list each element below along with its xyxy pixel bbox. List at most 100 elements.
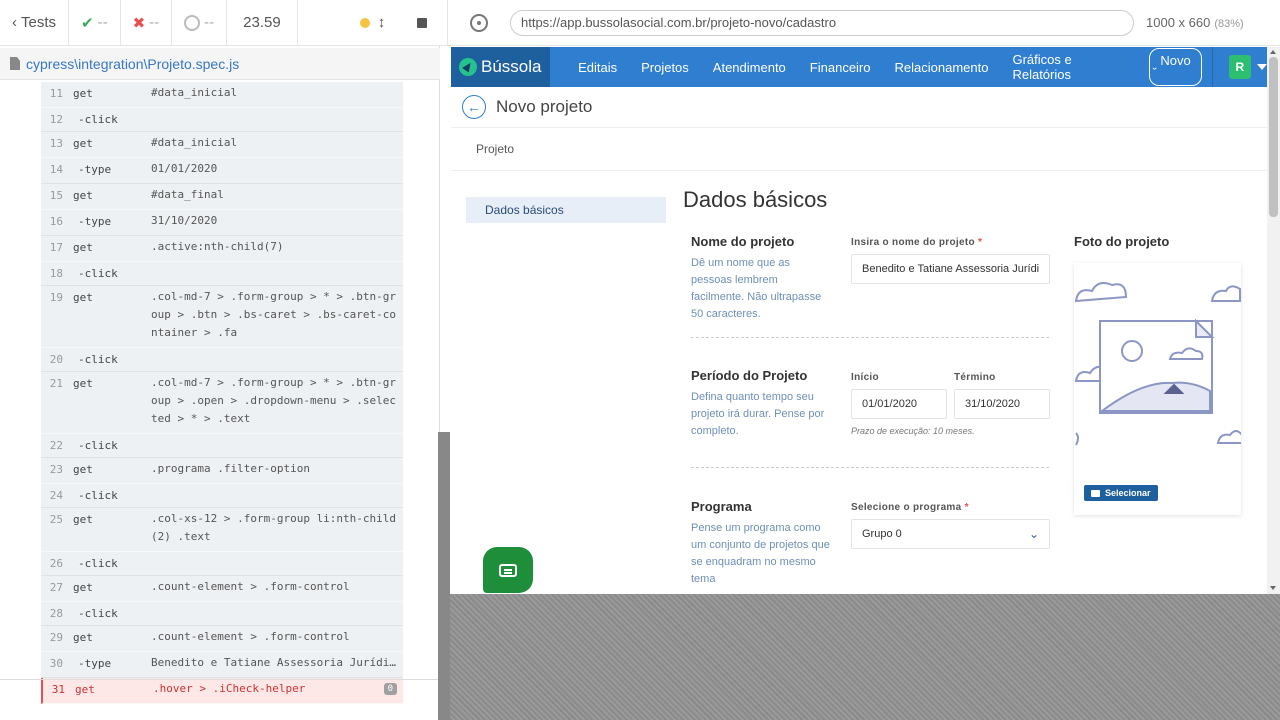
chat-widget-button[interactable] <box>483 547 533 593</box>
scrollbar-thumb[interactable] <box>1269 57 1278 217</box>
sidebar-item-dados-basicos[interactable]: Dados básicos <box>466 197 666 223</box>
command-number: 22 <box>49 439 63 452</box>
nav-separator <box>1211 47 1213 87</box>
brand-name: Bússola <box>481 57 542 76</box>
command-name: -click <box>78 557 118 570</box>
chat-icon <box>499 563 517 577</box>
command-number: 14 <box>49 163 63 176</box>
stop-button[interactable] <box>397 0 449 46</box>
command-row[interactable]: 16 -type 31/10/2020 <box>41 210 403 236</box>
command-row[interactable]: 21 get .col-md-7 > .form-group > * > .btn-… <box>41 372 403 434</box>
command-row[interactable]: 19 get .col-md-7 > .form-group > * > .btn-… <box>41 286 403 348</box>
command-row[interactable]: 13 get #data_inicial <box>41 132 403 158</box>
command-name: get <box>73 581 93 594</box>
app-scrollbar[interactable] <box>1267 47 1280 594</box>
command-message: .hover > .iCheck-helper <box>153 682 306 695</box>
selector-playground-icon[interactable] <box>470 13 488 32</box>
command-name: -click <box>78 607 118 620</box>
programa-selected-value: Grupo 0 <box>862 528 902 540</box>
back-arrow-icon[interactable]: ← <box>462 95 486 119</box>
spec-path-text: cypress\integration\Projeto.spec.js <box>26 55 240 72</box>
passed-value: -- <box>97 14 108 31</box>
command-name: get <box>73 291 93 304</box>
command-message: .col-md-7 > .form-group > * > .btn-group… <box>151 290 397 339</box>
brand-logo[interactable]: Bússola <box>451 47 551 87</box>
folder-icon <box>1091 489 1100 497</box>
command-name: get <box>75 683 95 696</box>
execution-period-hint: Prazo de execução: 10 meses. <box>851 426 975 436</box>
nome-help: Dê um nome que as pessoas lembrem facilm… <box>691 257 822 320</box>
required-mark: * <box>964 502 969 513</box>
command-number: 26 <box>49 557 63 570</box>
start-date-input[interactable]: 01/01/2020 <box>851 389 947 419</box>
command-message: .count-element > .form-control <box>151 630 350 643</box>
termino-label: Término <box>954 372 996 383</box>
cross-icon: ✖ <box>132 14 146 32</box>
command-row[interactable]: 30 -type Benedito e Tatiane Assessoria Jur… <box>41 652 403 678</box>
command-row[interactable]: 29 get .count-element > .form-control <box>41 626 403 652</box>
nav-graficos-relatorios[interactable]: Gráficos e Relatórios <box>1000 52 1137 82</box>
url-bar[interactable]: https://app.bussolasocial.com.br/projeto… <box>510 9 1134 36</box>
select-photo-button[interactable]: Selecionar <box>1084 485 1158 501</box>
tests-button[interactable]: ‹ Tests <box>0 0 70 46</box>
nav-financeiro[interactable]: Financeiro <box>798 60 883 75</box>
command-row[interactable]: 15 get #data_final <box>41 184 403 210</box>
status-controls: ↕ <box>298 0 398 46</box>
command-message: Benedito e Tatiane Assessoria Jurídi… <box>151 656 397 669</box>
scroll-toggle-icon[interactable]: ↕ <box>378 14 386 31</box>
command-number: 19 <box>49 291 63 304</box>
command-name: -click <box>78 113 118 126</box>
new-button[interactable]: Novo ˇ <box>1149 48 1202 86</box>
command-number: 20 <box>49 353 63 366</box>
command-row[interactable]: 28 -click <box>41 602 403 626</box>
command-row[interactable]: 17 get .active:nth-child(7) <box>41 236 403 262</box>
nav-editais[interactable]: Editais <box>566 60 629 75</box>
runner-scrollbar[interactable] <box>438 432 450 720</box>
command-row[interactable]: 20 -click <box>41 348 403 372</box>
command-name: -click <box>78 439 118 452</box>
programa-select[interactable]: Grupo 0 ⌄ <box>851 519 1050 549</box>
running-indicator-icon <box>359 17 370 28</box>
project-name-input[interactable]: Benedito e Tatiane Assessoria Jurídi <box>851 254 1050 284</box>
runner-divider <box>0 679 440 680</box>
end-date-input[interactable]: 31/10/2020 <box>954 389 1050 419</box>
command-message: .col-xs-12 > .form-group li:nth-child(2)… <box>151 512 397 543</box>
scroll-up-icon[interactable] <box>1270 50 1276 54</box>
breadcrumb-item[interactable]: Projeto <box>476 142 514 156</box>
command-row[interactable]: 12 -click <box>41 108 403 132</box>
command-name: get <box>73 87 93 100</box>
user-avatar[interactable]: R <box>1228 55 1251 79</box>
command-row[interactable]: 26 -click <box>41 552 403 576</box>
scroll-down-icon[interactable] <box>1270 586 1276 590</box>
app-under-test: Bússola Editais Projetos Atendimento Fin… <box>451 47 1267 594</box>
command-number: 11 <box>49 87 63 100</box>
user-menu-caret-icon[interactable] <box>1257 64 1267 70</box>
command-number: 13 <box>49 137 63 150</box>
command-name: -click <box>78 489 118 502</box>
nav-projetos[interactable]: Projetos <box>629 60 701 75</box>
command-row[interactable]: 24 -click <box>41 484 403 508</box>
new-button-label: Novo <box>1160 53 1191 68</box>
command-row[interactable]: 23 get .programa .filter-option <box>41 458 403 484</box>
command-row[interactable]: 18 -click <box>41 262 403 286</box>
command-name: get <box>73 189 93 202</box>
nav-atendimento[interactable]: Atendimento <box>701 60 798 75</box>
command-row[interactable]: 14 -type 01/01/2020 <box>41 158 403 184</box>
nav-relacionamento[interactable]: Relacionamento <box>883 60 1001 75</box>
command-row[interactable]: 22 -click <box>41 434 403 458</box>
command-name: get <box>73 513 93 526</box>
required-mark: * <box>977 237 983 248</box>
command-row[interactable]: 11 get #data_inicial <box>41 82 403 108</box>
failed-command-row[interactable]: 31 get .hover > .iCheck-helper 0 <box>41 678 403 704</box>
command-name: get <box>73 463 93 476</box>
command-row[interactable]: 27 get .count-element > .form-control <box>41 576 403 602</box>
command-row[interactable]: 25 get .col-xs-12 > .form-group li:nth-chi… <box>41 508 403 552</box>
passed-count: ✔ -- <box>69 0 121 46</box>
pending-circle-icon <box>184 14 201 31</box>
command-number: 29 <box>49 631 63 644</box>
viewport-info[interactable]: 1000 x 660 (83%) <box>1146 15 1244 30</box>
photo-upload-card[interactable]: Selecionar <box>1074 263 1243 515</box>
nome-label: Nome do projeto <box>691 234 795 249</box>
command-message: #data_inicial <box>151 86 238 99</box>
spec-file-path[interactable]: cypress\integration\Projeto.spec.js <box>0 48 440 80</box>
